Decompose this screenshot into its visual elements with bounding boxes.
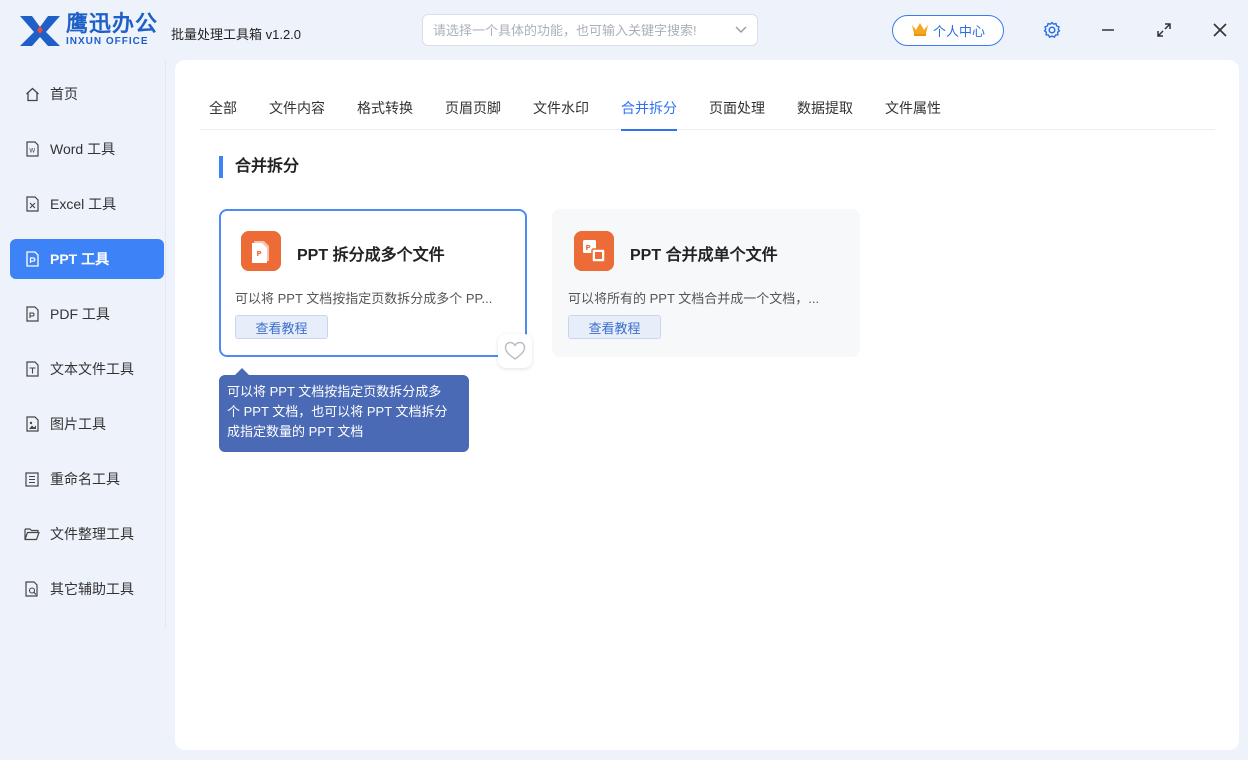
sidebar: 首页 W Word 工具 Excel 工具 PPT 工具 PDF 工具 文本文件…	[0, 60, 166, 628]
gear-icon[interactable]	[1040, 18, 1064, 42]
sidebar-item-label: 文本文件工具	[50, 361, 134, 377]
search-box[interactable]	[422, 14, 758, 46]
view-tutorial-button[interactable]: 查看教程	[568, 315, 661, 339]
sidebar-item-label: 首页	[50, 86, 78, 102]
maximize-icon[interactable]	[1152, 18, 1176, 42]
sidebar-item-label: 重命名工具	[50, 471, 120, 487]
sidebar-item-pdf[interactable]: PDF 工具	[10, 294, 164, 334]
word-file-icon: W	[24, 141, 40, 157]
sidebar-item-word[interactable]: W Word 工具	[10, 129, 164, 169]
category-tabs: 全部 文件内容 格式转换 页眉页脚 文件水印 合并拆分 页面处理 数据提取 文件…	[200, 90, 1215, 131]
tooltip-line: 可以将 PPT 文档按指定页数拆分成多	[227, 384, 442, 399]
crown-icon	[911, 22, 929, 39]
card-description: 可以将所有的 PPT 文档合并成一个文档，...	[568, 291, 820, 306]
sidebar-item-other[interactable]: 其它辅助工具	[10, 569, 164, 609]
sidebar-item-label: 图片工具	[50, 416, 106, 432]
tab-format-convert[interactable]: 格式转换	[357, 98, 413, 130]
tab-data-extract[interactable]: 数据提取	[797, 98, 853, 130]
excel-file-icon	[24, 196, 40, 212]
title-bar: 鹰迅办公 INXUN OFFICE 批量处理工具箱 v1.2.0 个人中心	[0, 0, 1248, 60]
home-icon	[24, 86, 40, 102]
search-input[interactable]	[433, 22, 735, 38]
logo-en-text: INXUN OFFICE	[66, 36, 149, 47]
text-file-icon	[24, 361, 40, 377]
pdf-file-icon	[24, 306, 40, 322]
sidebar-item-text[interactable]: 文本文件工具	[10, 349, 164, 389]
card-title: PPT 合并成单个文件	[630, 247, 778, 264]
image-file-icon	[24, 416, 40, 432]
user-center-label: 个人中心	[932, 24, 985, 39]
app-title: 批量处理工具箱 v1.2.0	[171, 27, 302, 42]
tooltip: 可以将 PPT 文档按指定页数拆分成多 个 PPT 文档，也可以将 PPT 文档…	[219, 368, 469, 452]
tab-watermark[interactable]: 文件水印	[533, 98, 589, 130]
logo-cn-text: 鹰迅办公	[66, 11, 159, 36]
sidebar-item-label: PDF 工具	[50, 306, 110, 322]
tab-header-footer[interactable]: 页眉页脚	[445, 98, 501, 130]
sidebar-item-organize[interactable]: 文件整理工具	[10, 514, 164, 554]
app-logo: 鹰迅办公 INXUN OFFICE	[18, 12, 158, 48]
tools-icon	[24, 581, 40, 597]
sidebar-item-label: Word 工具	[50, 141, 116, 157]
ppt-merge-icon: P	[574, 231, 614, 271]
svg-text:P: P	[586, 244, 591, 252]
minimize-icon[interactable]	[1096, 18, 1120, 42]
view-tutorial-button[interactable]: 查看教程	[235, 315, 328, 339]
tooltip-line: 成指定数量的 PPT 文档	[227, 424, 364, 439]
user-center-button[interactable]: 个人中心	[892, 15, 1004, 46]
sidebar-item-ppt[interactable]: PPT 工具	[10, 239, 164, 279]
ppt-file-icon	[24, 251, 40, 267]
sidebar-item-rename[interactable]: 重命名工具	[10, 459, 164, 499]
close-icon[interactable]	[1208, 18, 1232, 42]
sidebar-item-label: PPT 工具	[50, 251, 110, 267]
card-title: PPT 拆分成多个文件	[297, 247, 445, 264]
section-title: 合并拆分	[219, 156, 299, 178]
card-description: 可以将 PPT 文档按指定页数拆分成多个 PP...	[235, 291, 493, 306]
sidebar-item-image[interactable]: 图片工具	[10, 404, 164, 444]
tab-all[interactable]: 全部	[209, 98, 237, 130]
sidebar-item-label: 其它辅助工具	[50, 581, 134, 597]
tooltip-line: 个 PPT 文档，也可以将 PPT 文档拆分	[227, 404, 448, 419]
tab-merge-split[interactable]: 合并拆分	[621, 98, 677, 131]
sidebar-item-label: 文件整理工具	[50, 526, 134, 542]
sidebar-item-home[interactable]: 首页	[10, 74, 164, 114]
tool-card-ppt-merge[interactable]: P PPT 合并成单个文件 可以将所有的 PPT 文档合并成一个文档，... 查…	[552, 209, 860, 357]
sidebar-item-label: Excel 工具	[50, 196, 117, 212]
ppt-split-icon: P	[241, 231, 281, 271]
tab-page-process[interactable]: 页面处理	[709, 98, 765, 130]
tab-file-content[interactable]: 文件内容	[269, 98, 325, 130]
folder-icon	[24, 526, 40, 542]
tab-file-properties[interactable]: 文件属性	[885, 98, 941, 130]
tool-card-ppt-split[interactable]: P PPT 拆分成多个文件 可以将 PPT 文档按指定页数拆分成多个 PP...…	[219, 209, 527, 357]
chevron-down-icon[interactable]	[735, 23, 747, 37]
favorite-heart-icon[interactable]	[498, 334, 532, 368]
rename-icon	[24, 471, 40, 487]
main-panel: 全部 文件内容 格式转换 页眉页脚 文件水印 合并拆分 页面处理 数据提取 文件…	[175, 60, 1239, 750]
sidebar-item-excel[interactable]: Excel 工具	[10, 184, 164, 224]
svg-text:W: W	[29, 148, 35, 155]
svg-text:P: P	[257, 250, 262, 258]
logo-icon	[18, 12, 62, 48]
